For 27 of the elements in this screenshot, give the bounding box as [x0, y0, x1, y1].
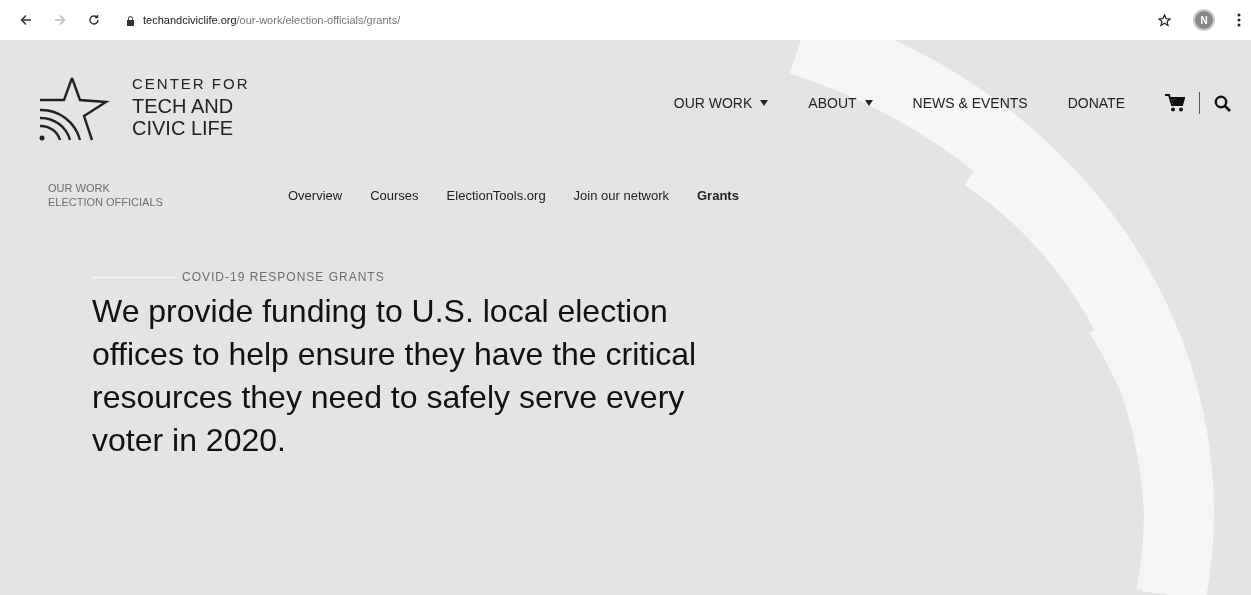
- eyebrow-text: COVID-19 RESPONSE GRANTS: [182, 270, 385, 284]
- logo-text: CIVIC LIFE: [132, 117, 235, 139]
- subnav-link[interactable]: ElectionTools.org: [446, 187, 546, 203]
- url-domain: techandciviclife.org: [143, 14, 237, 26]
- section-label: ELECTION OFFICIALS: [48, 196, 164, 208]
- subnav-link[interactable]: Courses: [370, 187, 419, 203]
- hero-headline: We provide funding to U.S. local election offices to help ensure they have the critical resources they need to safely serve every voter in 2020.: [92, 292, 698, 460]
- reload-icon[interactable]: [88, 14, 100, 26]
- section-label: OUR WORK: [48, 182, 111, 194]
- subnav-link[interactable]: Overview: [288, 187, 343, 203]
- address-bar[interactable]: techandciviclife.org/our-work/election-officials/grants/: [126, 14, 401, 26]
- url-path: /our-work/election-officials/grants/: [236, 14, 401, 26]
- lock-icon: [126, 14, 135, 26]
- nav-link[interactable]: DONATE: [1067, 95, 1125, 111]
- cart-icon[interactable]: [1165, 94, 1185, 112]
- nav-link[interactable]: NEWS & EVENTS: [912, 95, 1028, 111]
- subnav-link[interactable]: Grants: [697, 187, 739, 203]
- subnav-link[interactable]: Join our network: [573, 187, 669, 203]
- profile-avatar[interactable]: N: [1193, 9, 1215, 31]
- nav-link[interactable]: ABOUT: [808, 95, 873, 111]
- search-icon[interactable]: [1214, 94, 1231, 112]
- star-icon[interactable]: [1158, 13, 1171, 27]
- menu-icon[interactable]: [1237, 13, 1241, 27]
- logo-text: CENTER FOR: [132, 74, 250, 94]
- logo-text: TECH AND: [132, 95, 235, 117]
- nav-link[interactable]: OUR WORK: [673, 95, 769, 111]
- back-icon[interactable]: [20, 14, 32, 26]
